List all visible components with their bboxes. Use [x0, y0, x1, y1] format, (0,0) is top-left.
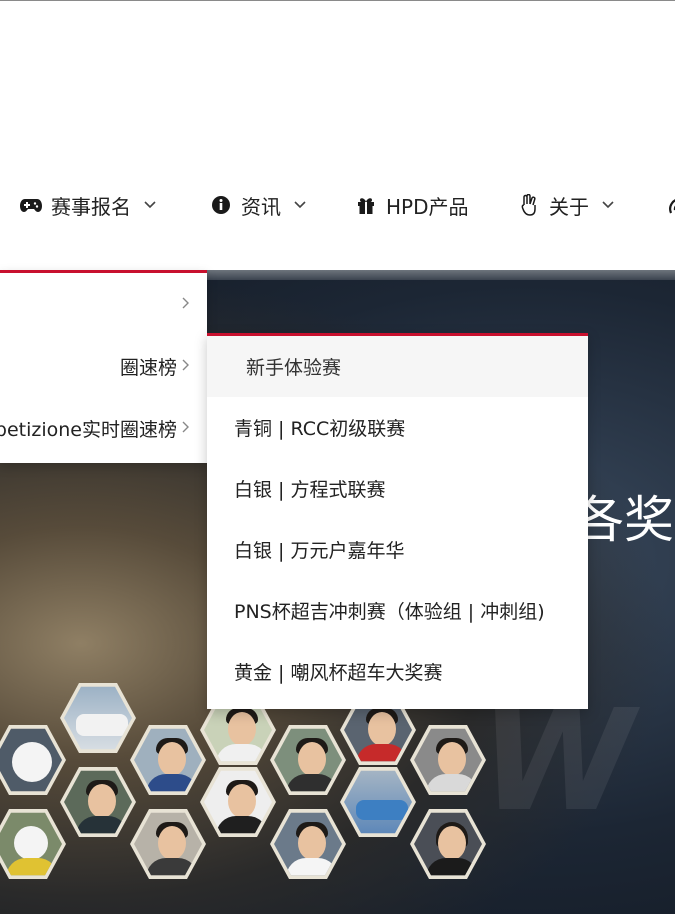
driver-photo [270, 725, 346, 795]
driver-photo [60, 767, 136, 837]
driver-photo [130, 725, 206, 795]
peace-hand-icon [518, 194, 540, 216]
driver-photo [0, 809, 66, 879]
driver-photo [60, 683, 136, 753]
gift-icon [355, 194, 377, 216]
submenu-item-label: 圈速榜 [119, 356, 177, 379]
chevron-down-icon [601, 198, 615, 212]
submenu-item-label: petizione实时圈速榜 [0, 418, 177, 441]
driver-photo [340, 767, 416, 837]
driver-photo [130, 809, 206, 879]
nav-item-hpd-products[interactable]: HPD产品 [355, 192, 469, 219]
chevron-right-icon [181, 293, 191, 309]
info-circle-icon [210, 194, 232, 216]
nav-item-label: 赛事报名 [51, 194, 131, 219]
gamepad-icon [20, 194, 42, 216]
submenu-item[interactable]: 圈速榜 [0, 335, 207, 397]
driver-photo-collage [0, 680, 540, 914]
nav-item-partial[interactable] [662, 192, 675, 218]
chevron-down-icon [293, 198, 307, 212]
chevron-right-icon [181, 417, 191, 433]
driver-photo [0, 725, 66, 795]
main-nav: 赛事报名 资讯 HPD产品 关于 [0, 180, 675, 230]
flyout-item-bronze-rcc[interactable]: 青铜 | RCC初级联赛 [207, 397, 588, 458]
flyout-item-silver-carnival[interactable]: 白银 | 万元户嘉年华 [207, 519, 588, 580]
driver-photo [410, 725, 486, 795]
flyout-item-beginner-trial[interactable]: 新手体验赛 [207, 336, 588, 397]
nav-item-about[interactable]: 关于 [518, 192, 615, 219]
nav-item-event-registration[interactable]: 赛事报名 [20, 192, 157, 219]
driver-photo [200, 767, 276, 837]
nav-item-label: HPD产品 [386, 194, 469, 219]
chevron-right-icon [181, 355, 191, 371]
dropdown-menu-level-2: 新手体验赛 青铜 | RCC初级联赛 白银 | 方程式联赛 白银 | 万元户嘉年… [207, 333, 588, 709]
submenu-item[interactable]: petizione实时圈速榜 [0, 397, 207, 459]
hero-title: 各奖 [574, 491, 674, 549]
top-border [0, 0, 675, 1]
flyout-item-pns-cup[interactable]: PNS杯超吉冲刺赛（体验组 | 冲刺组) [207, 580, 588, 641]
nav-item-label: 资讯 [241, 194, 281, 219]
nav-item-label: 关于 [549, 194, 589, 219]
nav-item-news[interactable]: 资讯 [210, 192, 307, 219]
driver-photo [270, 809, 346, 879]
dropdown-menu-level-1: 圈速榜 petizione实时圈速榜 [0, 270, 207, 463]
submenu-item[interactable] [0, 273, 207, 335]
chevron-down-icon [143, 198, 157, 212]
signal-icon [662, 194, 675, 216]
flyout-item-silver-formula[interactable]: 白银 | 方程式联赛 [207, 458, 588, 519]
driver-photo [410, 809, 486, 879]
flyout-item-gold-grand-prix[interactable]: 黄金 | 嘲风杯超车大奖赛 [207, 641, 588, 702]
